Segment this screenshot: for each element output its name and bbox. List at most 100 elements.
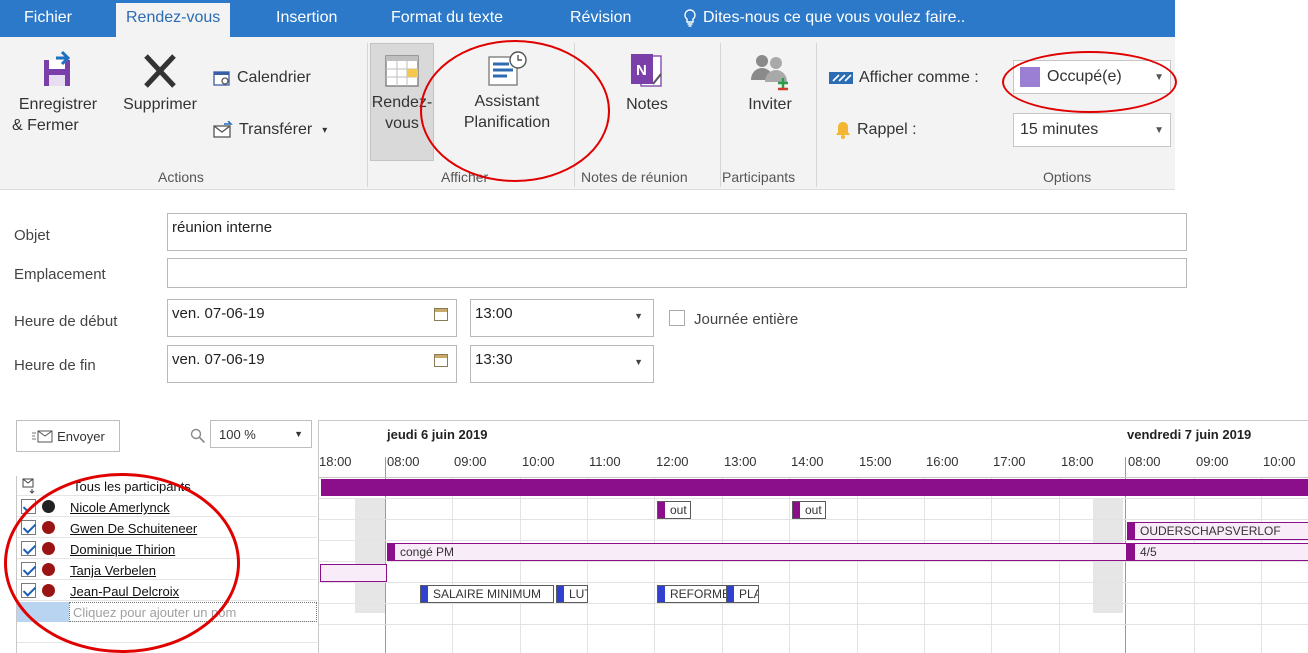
show-as-label: Afficher comme : (859, 69, 979, 86)
tell-me-box[interactable]: Dites-nous ce que vous voulez faire.. (683, 9, 965, 27)
row-line (319, 477, 1308, 478)
busy-block[interactable]: out (657, 501, 691, 519)
participant-row[interactable]: Jean-Paul Delcroix (17, 581, 317, 601)
calendar-icon[interactable] (434, 354, 448, 367)
start-date-picker[interactable]: ven. 07-06-19 (167, 299, 457, 337)
hour-gridline (587, 477, 588, 653)
appointment-label-2: vous (385, 115, 419, 132)
hour-label: 10:00 (1263, 454, 1296, 469)
hour-label: 15:00 (859, 454, 892, 469)
chevron-down-icon: ▼ (294, 429, 303, 439)
onenote-icon: N (631, 54, 662, 87)
busy-block[interactable]: LUT (556, 585, 588, 603)
free-busy-grid: jeudi 6 juin 2019 vendredi 7 juin 2019 1… (318, 420, 1308, 653)
add-name-input[interactable]: Cliquez pour ajouter un nom (69, 602, 317, 622)
hour-label: 10:00 (522, 454, 555, 469)
busy-block[interactable]: PLA (726, 585, 759, 603)
hour-gridline (991, 477, 992, 653)
busy-block[interactable]: OUDERSCHAPSVERLOF (1127, 522, 1308, 540)
group-label-actions: Actions (158, 169, 204, 185)
show-as-dropdown[interactable]: Occupé(e) ▼ (1013, 60, 1171, 94)
participant-checkbox[interactable] (21, 520, 36, 535)
send-icon (32, 430, 53, 442)
empty-row (17, 623, 317, 643)
delete-label: Supprimer (123, 96, 197, 113)
hour-label: 12:00 (656, 454, 689, 469)
zoom-value: 100 % (219, 426, 256, 442)
busy-block[interactable]: 4/5 (1127, 543, 1308, 561)
all-day-checkbox[interactable] (669, 310, 685, 326)
reminder-dropdown[interactable]: 15 minutes ▼ (1013, 113, 1171, 147)
onenote-notes-button[interactable]: N Notes (604, 50, 690, 140)
ribbon-separator (574, 43, 575, 187)
tab-appointment[interactable]: Rendez-vous (116, 3, 231, 37)
tab-insert[interactable]: Insertion (276, 9, 337, 27)
delete-button[interactable]: Supprimer (114, 50, 206, 140)
participant-name[interactable]: Nicole Amerlynck (70, 500, 170, 515)
location-input[interactable] (167, 258, 1187, 288)
end-time-value: 13:30 (475, 351, 513, 368)
chevron-down-icon: ▼ (634, 311, 643, 321)
svg-text:N: N (636, 62, 647, 79)
add-name-row[interactable]: Cliquez pour ajouter un nom (17, 602, 317, 622)
participant-row[interactable]: Gwen De Schuiteneer (17, 518, 317, 538)
end-time-dropdown[interactable]: 13:30 ▼ (470, 345, 654, 383)
ribbon-separator (720, 43, 721, 187)
end-date-picker[interactable]: ven. 07-06-19 (167, 345, 457, 383)
hour-label: 11:00 (589, 454, 621, 469)
forward-envelope-icon (213, 121, 233, 138)
tab-file[interactable]: Fichier (24, 9, 72, 27)
participant-name[interactable]: Tanja Verbelen (70, 563, 156, 578)
participant-name[interactable]: Gwen De Schuiteneer (70, 521, 197, 536)
busy-block[interactable]: congé PM (387, 543, 1127, 561)
participant-name[interactable]: Jean-Paul Delcroix (70, 584, 179, 599)
save-close-button[interactable]: Enregistrer & Fermer (4, 50, 112, 160)
save-close-label-1: Enregistrer (18, 96, 98, 113)
start-time-label: Heure de début (14, 313, 118, 330)
zoom-magnifier-icon (190, 428, 206, 444)
calendar-button[interactable]: Calendrier (213, 69, 311, 87)
hour-label: 08:00 (1128, 454, 1161, 469)
all-attendees-busy-bar (321, 479, 1308, 496)
participant-name[interactable]: Dominique Thirion (70, 542, 175, 557)
scheduling-assistant-icon (488, 51, 527, 86)
hour-gridline (857, 477, 858, 653)
participant-checkbox[interactable] (21, 541, 36, 556)
participant-checkbox[interactable] (21, 499, 36, 514)
busy-block[interactable]: out (792, 501, 826, 519)
required-attendee-icon (42, 542, 55, 555)
calendar-icon[interactable] (434, 308, 448, 321)
subject-input[interactable]: réunion interne (167, 213, 1187, 251)
calendar-icon (213, 70, 230, 86)
non-working-hours (355, 498, 385, 613)
forward-button[interactable]: Transférer ▾ (213, 121, 327, 139)
hour-gridline (654, 477, 655, 653)
all-day-label: Journée entière (694, 311, 799, 328)
participant-checkbox[interactable] (21, 562, 36, 577)
chevron-down-icon: ▾ (322, 124, 328, 136)
hour-label: 18:00 (319, 454, 352, 469)
group-label-show: Afficher (441, 169, 489, 185)
chevron-down-icon: ▼ (1154, 124, 1164, 136)
day-header: vendredi 7 juin 2019 (1127, 427, 1252, 442)
start-time-dropdown[interactable]: 13:00 ▼ (470, 299, 654, 337)
scheduling-assistant-button[interactable]: Assistant Planification (448, 43, 566, 161)
participant-checkbox[interactable] (21, 583, 36, 598)
appointment-grid-icon (385, 55, 419, 87)
busy-block[interactable]: REFORME (657, 585, 729, 603)
invite-label: Inviter (748, 96, 792, 113)
invite-attendees-button[interactable]: Inviter (728, 50, 812, 140)
participant-row[interactable]: Nicole Amerlynck (17, 497, 317, 517)
busy-color-swatch (1020, 67, 1040, 87)
zoom-dropdown[interactable]: 100 % ▼ (210, 420, 312, 448)
participant-row[interactable]: Dominique Thirion (17, 539, 317, 559)
hour-label: 09:00 (1196, 454, 1229, 469)
send-button[interactable]: Envoyer (16, 420, 120, 452)
busy-block[interactable]: SALAIRE MINIMUM (420, 585, 554, 603)
hour-label: 14:00 (791, 454, 824, 469)
appointment-view-button[interactable]: Rendez- vous (370, 43, 434, 161)
participant-row[interactable]: Tanja Verbelen (17, 560, 317, 580)
tab-review[interactable]: Révision (570, 9, 631, 27)
tab-format-text[interactable]: Format du texte (391, 9, 503, 27)
busy-block-tentative[interactable] (320, 564, 387, 582)
